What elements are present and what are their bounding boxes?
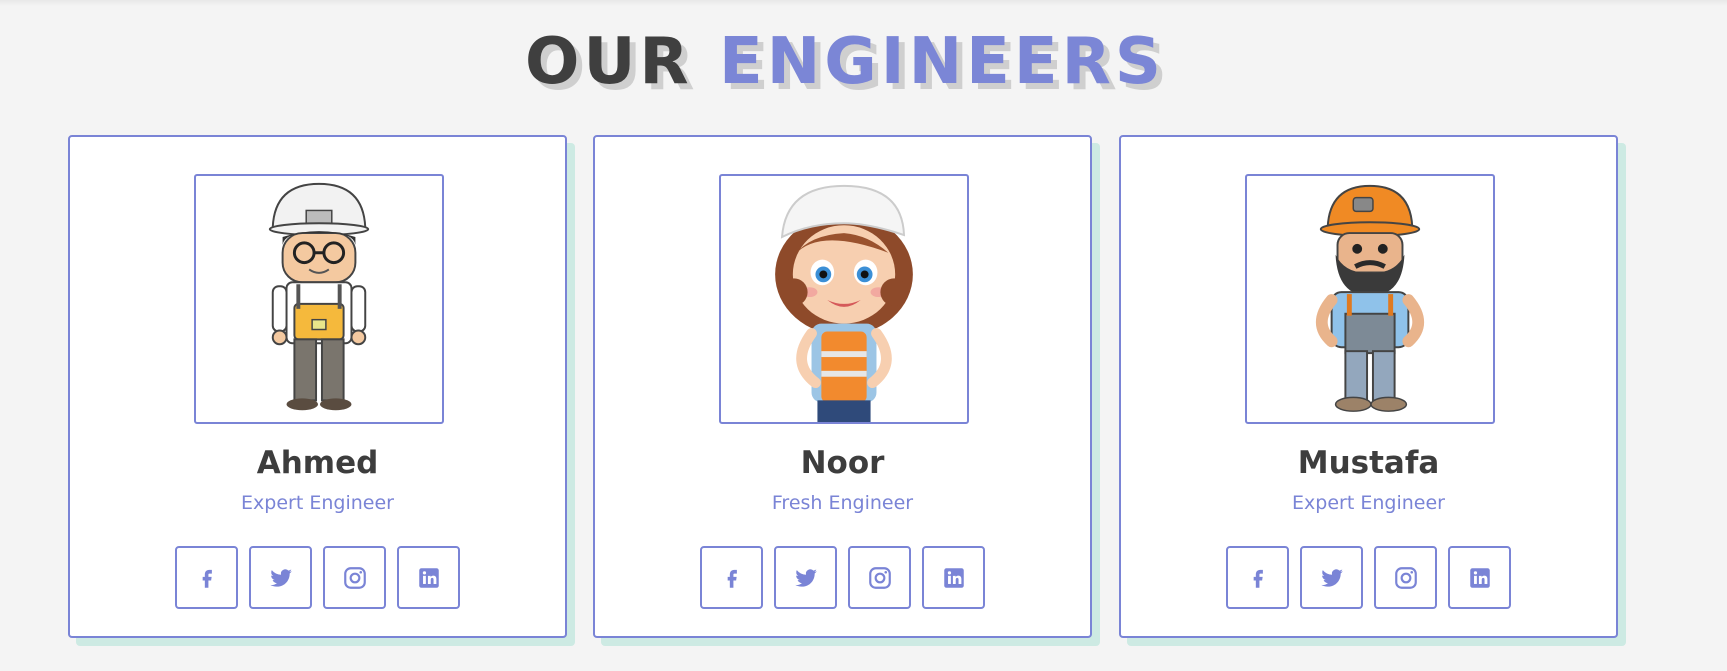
engineer-name: Ahmed [256, 445, 379, 481]
engineer-photo [1245, 174, 1495, 424]
twitter-button[interactable] [249, 546, 312, 609]
twitter-icon [1320, 568, 1343, 587]
facebook-button[interactable] [1226, 546, 1289, 609]
engineer-avatar-ahmed [268, 182, 370, 411]
social-links [595, 546, 1090, 609]
linkedin-icon [1469, 567, 1490, 588]
engineer-card-mustafa: Mustafa Expert Engineer [1119, 135, 1618, 638]
engineer-name: Mustafa [1297, 445, 1440, 481]
engineer-role: Expert Engineer [1292, 492, 1445, 514]
instagram-icon [343, 566, 366, 589]
twitter-icon [794, 568, 817, 587]
section-heading: OUR ENGINEERS [0, 22, 1690, 102]
engineer-card-ahmed: Ahmed Expert Engineer [68, 135, 567, 638]
engineer-photo [719, 174, 969, 424]
engineer-role: Fresh Engineer [771, 492, 914, 514]
heading-word-engineers: ENGINEERS [718, 25, 1165, 99]
social-links [70, 546, 565, 609]
twitter-button[interactable] [774, 546, 837, 609]
facebook-button[interactable] [175, 546, 238, 609]
instagram-button[interactable] [848, 546, 911, 609]
linkedin-icon [943, 567, 964, 588]
facebook-icon [202, 569, 212, 588]
engineer-name: Noor [800, 445, 885, 481]
linkedin-button[interactable] [1448, 546, 1511, 609]
instagram-icon [868, 566, 891, 589]
social-links [1121, 546, 1616, 609]
engineer-avatar-mustafa [1315, 184, 1425, 412]
heading-word-our: OUR [525, 25, 693, 99]
top-bar [0, 0, 1727, 6]
instagram-button[interactable] [323, 546, 386, 609]
linkedin-button[interactable] [397, 546, 460, 609]
twitter-icon [269, 568, 292, 587]
twitter-button[interactable] [1300, 546, 1363, 609]
instagram-icon [1394, 566, 1417, 589]
instagram-button[interactable] [1374, 546, 1437, 609]
linkedin-button[interactable] [922, 546, 985, 609]
engineer-card-noor: Noor Fresh Engineer [593, 135, 1092, 638]
facebook-icon [1253, 569, 1263, 588]
engineer-avatar-noor [775, 184, 913, 422]
facebook-icon [727, 569, 737, 588]
linkedin-icon [418, 567, 439, 588]
engineer-role: Expert Engineer [241, 492, 394, 514]
facebook-button[interactable] [700, 546, 763, 609]
engineer-photo [194, 174, 444, 424]
